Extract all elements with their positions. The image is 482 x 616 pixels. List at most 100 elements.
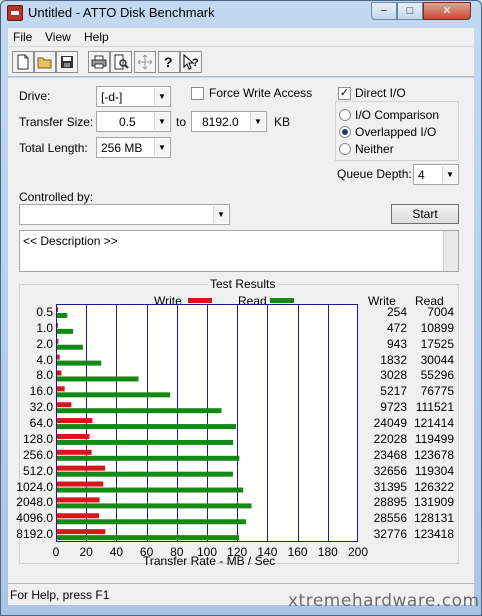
write-bar: [57, 370, 62, 376]
read-bar: [57, 313, 68, 318]
maximize-button[interactable]: □: [397, 2, 423, 20]
block-size-label: 64.0: [29, 416, 53, 431]
description-scrollbar[interactable]: [443, 231, 458, 271]
legend-write-swatch: [188, 298, 212, 303]
read-bar: [57, 519, 246, 525]
read-value: 17525: [420, 336, 454, 351]
controlled-by-select[interactable]: ▼: [19, 204, 230, 225]
queue-depth-select[interactable]: 4 ▼: [413, 164, 459, 185]
read-value: 123418: [413, 527, 454, 542]
new-file-icon[interactable]: [12, 51, 34, 73]
neither-radio[interactable]: [339, 143, 351, 155]
chevron-down-icon: ▼: [154, 88, 169, 105]
read-bar: [57, 392, 171, 398]
queue-depth-label: Queue Depth:: [337, 167, 412, 181]
main-panel: Drive: [-d-] ▼ Force Write Access ✓ Dire…: [8, 78, 474, 583]
x-tick-label: 0: [52, 545, 60, 559]
drive-label: Drive:: [19, 89, 51, 103]
block-size-label: 8.0: [36, 368, 53, 383]
read-value: 119499: [414, 431, 454, 446]
context-help-icon[interactable]: ?: [180, 51, 202, 73]
write-bar: [57, 433, 90, 439]
read-value: 123678: [413, 447, 454, 462]
transfer-from-select[interactable]: 0.5 ▼: [96, 111, 171, 132]
menu-file[interactable]: File: [13, 30, 32, 44]
io-comparison-label: I/O Comparison: [355, 108, 440, 122]
overlapped-io-radio[interactable]: [339, 126, 351, 138]
read-value: 7004: [427, 305, 454, 319]
read-bar: [57, 344, 83, 350]
neither-label: Neither: [355, 142, 394, 156]
x-tick-label: 140: [257, 545, 278, 559]
chevron-down-icon: ▼: [154, 139, 169, 156]
chevron-down-icon: ▼: [154, 113, 169, 130]
read-value: 121414: [413, 416, 454, 431]
force-write-checkbox[interactable]: [191, 87, 204, 100]
write-value: 943: [386, 336, 407, 351]
read-bar: [57, 535, 239, 541]
total-length-select[interactable]: 256 MB ▼: [96, 137, 171, 158]
transfer-to-select[interactable]: 8192.0 ▼: [191, 111, 267, 132]
write-value: 32656: [373, 463, 407, 478]
title-bar[interactable]: Untitled - ATTO Disk Benchmark − □ ✕: [1, 1, 481, 25]
close-button[interactable]: ✕: [423, 2, 471, 20]
x-tick-label: 200: [347, 545, 369, 559]
direct-io-label: Direct I/O: [355, 86, 406, 100]
read-value: 30044: [420, 352, 454, 367]
x-tick-label: 100: [196, 545, 218, 559]
block-size-label: 2048.0: [16, 495, 53, 510]
write-value: 254: [386, 305, 407, 319]
block-size-label: 512.0: [22, 463, 53, 478]
help-icon[interactable]: ?: [158, 51, 180, 73]
direct-io-checkbox[interactable]: ✓: [338, 87, 351, 100]
write-bar: [57, 449, 92, 455]
menu-bar: File View Help: [8, 28, 474, 47]
write-bar: [57, 481, 104, 487]
read-value: 119304: [414, 463, 454, 478]
write-bar: [57, 513, 100, 519]
menu-help[interactable]: Help: [84, 30, 109, 44]
window-title: Untitled - ATTO Disk Benchmark: [28, 5, 215, 20]
save-icon[interactable]: [56, 51, 78, 73]
write-bar: [57, 338, 59, 344]
read-bar: [57, 376, 139, 382]
print-icon[interactable]: [88, 51, 110, 73]
write-bar: [57, 307, 58, 312]
status-text: For Help, press F1: [10, 588, 110, 602]
svg-text:?: ?: [164, 54, 173, 70]
read-bar: [57, 503, 252, 509]
io-comparison-radio[interactable]: [339, 109, 351, 121]
controlled-by-label: Controlled by:: [19, 190, 94, 204]
test-results-title: Test Results: [208, 277, 278, 291]
write-value: 472: [386, 320, 407, 335]
menu-view[interactable]: View: [45, 30, 71, 44]
block-size-label: 2.0: [36, 336, 53, 351]
read-value: 111521: [415, 400, 454, 415]
read-value: 128131: [413, 511, 454, 526]
minimize-button[interactable]: −: [371, 2, 397, 20]
x-tick-label: 40: [109, 545, 124, 559]
block-size-label: 1024.0: [16, 479, 53, 494]
read-bar: [57, 408, 222, 414]
drive-select[interactable]: [-d-] ▼: [96, 86, 171, 107]
start-button[interactable]: Start: [391, 204, 459, 224]
block-size-label: 16.0: [29, 384, 53, 399]
read-bar: [57, 360, 102, 366]
description-box[interactable]: << Description >>: [19, 230, 459, 272]
write-value: 9723: [380, 400, 407, 415]
legend-read-swatch: [270, 298, 294, 303]
print-preview-icon[interactable]: [110, 51, 132, 73]
open-folder-icon[interactable]: [34, 51, 56, 73]
move-icon[interactable]: [134, 51, 156, 73]
total-length-value: 256 MB: [101, 141, 143, 155]
x-tick-label: 80: [170, 545, 184, 559]
block-size-label: 32.0: [29, 400, 53, 415]
block-size-label: 128.0: [22, 431, 53, 446]
x-tick-label: 180: [317, 545, 338, 559]
read-bar: [57, 439, 234, 445]
write-value: 28895: [373, 495, 407, 510]
write-bar: [57, 529, 106, 535]
write-bar: [57, 402, 72, 408]
transfer-size-label: Transfer Size:: [19, 115, 94, 129]
write-bar: [57, 322, 58, 328]
